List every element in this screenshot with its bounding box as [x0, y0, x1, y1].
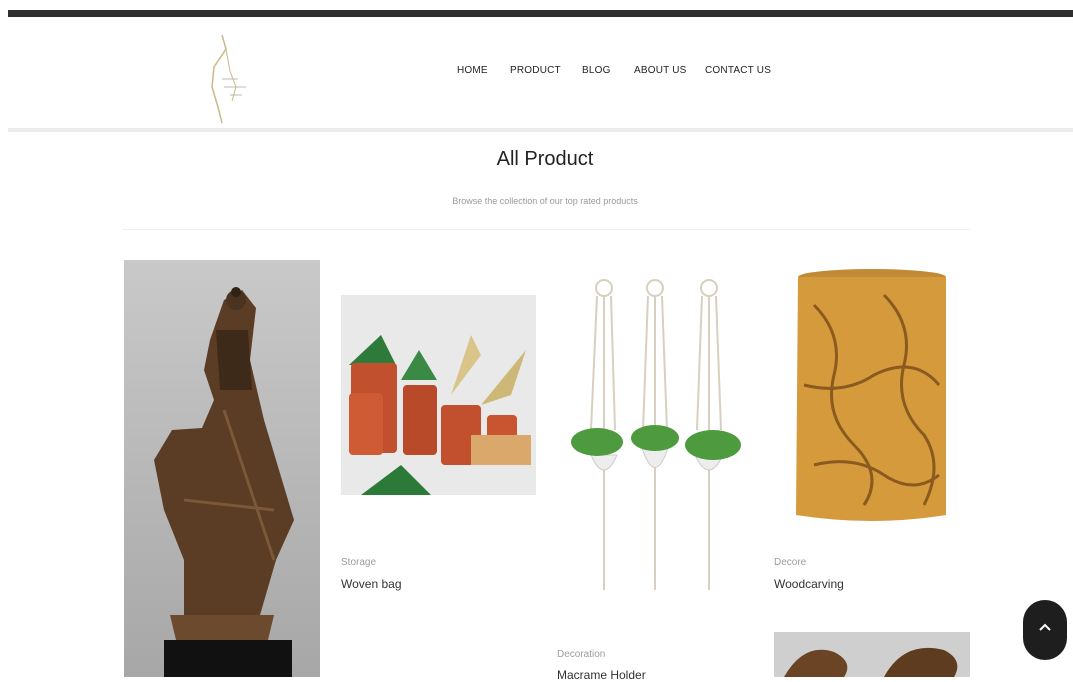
chevron-up-icon: [1039, 623, 1051, 631]
product-name[interactable]: Woven bag: [341, 577, 402, 591]
page-title: All Product: [496, 148, 594, 170]
nav-product[interactable]: PRODUCT: [510, 65, 561, 76]
product-image-woven-bag[interactable]: [341, 295, 536, 495]
product-image-woodcarving[interactable]: [774, 265, 970, 527]
site-header: HOME PRODUCT BLOG ABOUT US CONTACT US: [8, 17, 1073, 132]
section-divider: [122, 229, 970, 230]
product-name[interactable]: Macrame Holder: [557, 668, 646, 682]
nav-blog[interactable]: BLOG: [582, 65, 611, 76]
product-image-macrame[interactable]: [557, 270, 753, 600]
nav-about-us[interactable]: ABOUT US: [634, 65, 687, 76]
scroll-to-top-button[interactable]: [1023, 600, 1067, 660]
product-category: Storage: [341, 557, 377, 568]
nav-home[interactable]: HOME: [457, 65, 488, 76]
product-image-statue[interactable]: [124, 260, 320, 677]
product-category: Decoration: [557, 649, 606, 660]
top-bar: [8, 10, 1073, 17]
product-name[interactable]: Woodcarving: [774, 577, 844, 591]
product-image-bronze[interactable]: [774, 632, 970, 677]
page-subtitle: Browse the collection of our top rated p…: [452, 196, 638, 206]
nav-contact-us[interactable]: CONTACT US: [705, 65, 771, 76]
product-category: Decore: [774, 557, 807, 568]
main-nav: HOME PRODUCT BLOG ABOUT US CONTACT US: [8, 65, 1073, 79]
